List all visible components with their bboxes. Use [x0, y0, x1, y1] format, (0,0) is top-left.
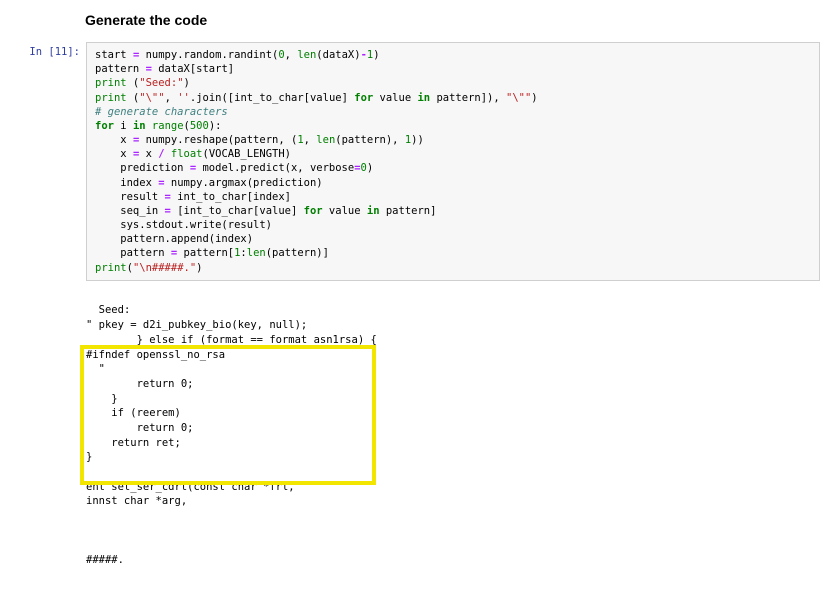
output-area: Seed: " pkey = d2i_pubkey_bio(key, null)… [86, 281, 820, 583]
output-text: Seed: " pkey = d2i_pubkey_bio(key, null)… [86, 304, 377, 566]
code-cell: In [11]: start = numpy.random.randint(0,… [20, 42, 820, 281]
code-input-area[interactable]: start = numpy.random.randint(0, len(data… [86, 42, 820, 281]
input-prompt: In [11]: [20, 42, 86, 58]
section-title: Generate the code [85, 12, 820, 28]
